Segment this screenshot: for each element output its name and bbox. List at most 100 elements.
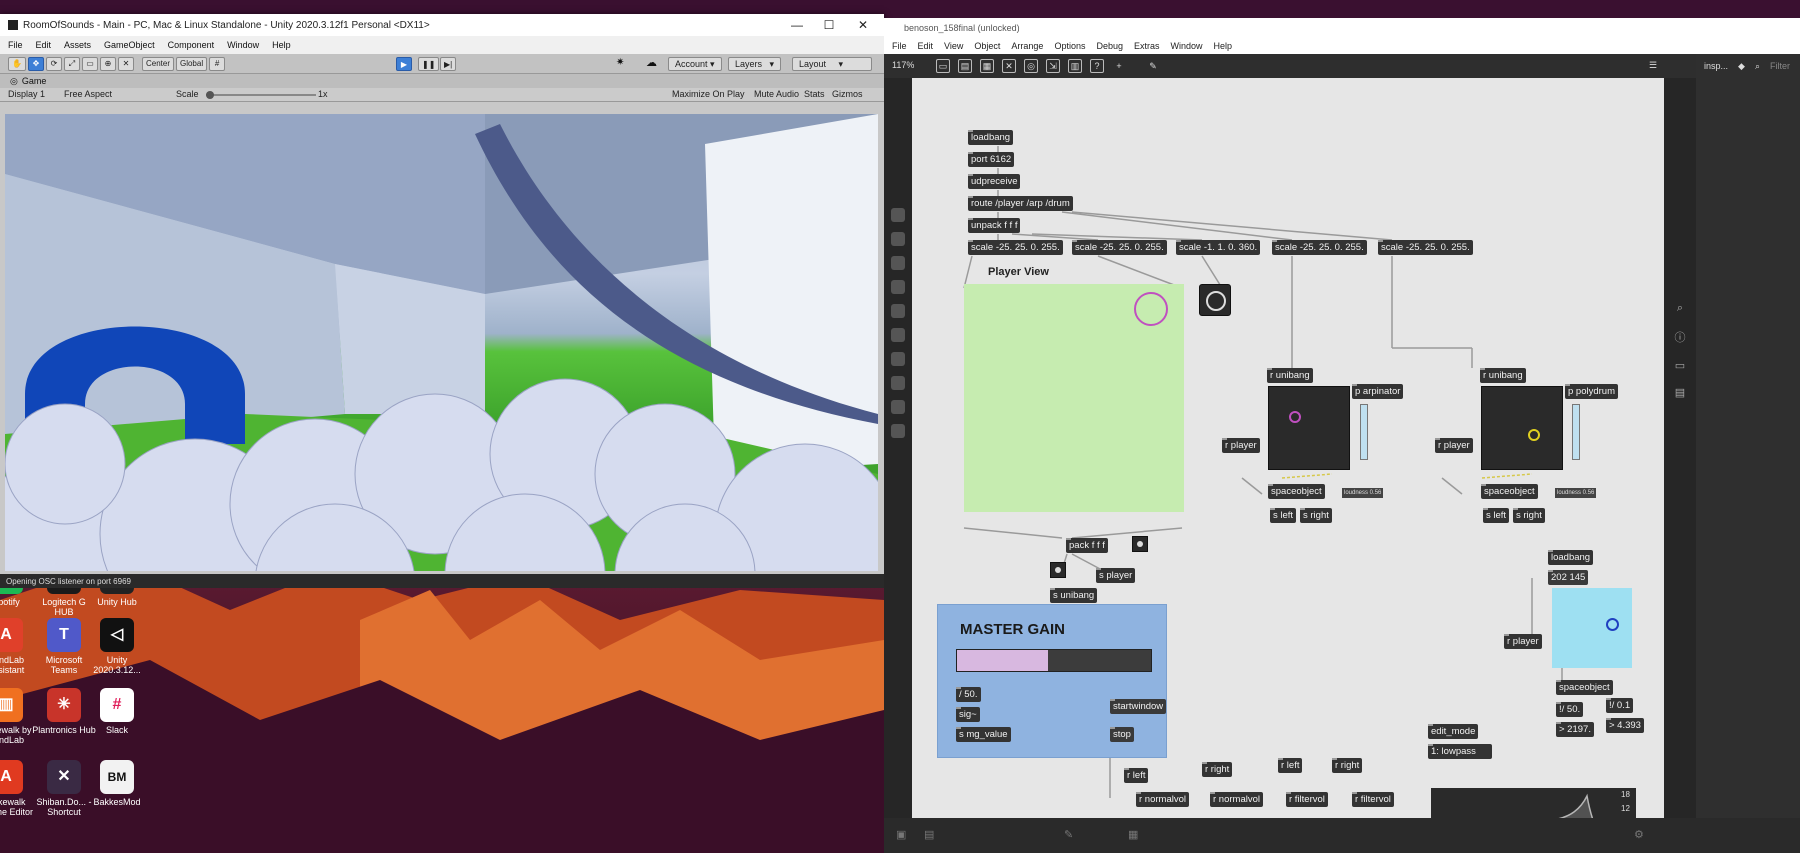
menu-window[interactable]: Window [227, 40, 259, 50]
sidebar-audio-icon[interactable] [891, 400, 905, 414]
player-view-panel[interactable] [964, 284, 1184, 512]
minimize-icon[interactable]: — [780, 14, 814, 36]
maximize-icon[interactable]: ☐ [812, 14, 846, 36]
stats-toggle[interactable]: Stats [804, 89, 825, 99]
pack-object[interactable]: pack f f f [1066, 538, 1108, 553]
route-object[interactable]: route /player /arp /drum [968, 196, 1073, 211]
game-view-render[interactable] [5, 114, 878, 571]
collab-icon[interactable]: ✷ [616, 57, 624, 68]
bang-button-2[interactable] [1050, 562, 1066, 578]
transform-tool-icon[interactable]: ⊕ [99, 56, 116, 71]
filter-graph[interactable]: 18 12 6 [1431, 788, 1636, 818]
r-filtervol-object-2[interactable]: r filtervol [1352, 792, 1394, 807]
menu-assets[interactable]: Assets [64, 40, 91, 50]
scale-object-1[interactable]: scale -25. 25. 0. 255. [968, 240, 1063, 255]
r-unibang-object-2[interactable]: r unibang [1480, 368, 1526, 383]
s-left-object-2[interactable]: s left [1483, 508, 1510, 523]
bang-button-1[interactable] [1132, 536, 1148, 552]
pivot-global-button[interactable]: Global [175, 56, 208, 71]
sidebar-slider-icon[interactable] [891, 328, 905, 342]
rect-tool-icon[interactable]: ▭ [81, 56, 98, 71]
pause-button[interactable]: ❚❚ [418, 57, 440, 71]
game-tab[interactable]: ◎ Game [0, 74, 884, 88]
zoom-level[interactable]: 117% [892, 60, 914, 70]
s-mg-value-object[interactable]: s mg_value [956, 727, 1011, 742]
divide-50-object[interactable]: / 50. [956, 687, 981, 702]
display-dropdown[interactable]: Display 1 [8, 89, 45, 99]
scale-object-3[interactable]: scale -1. 1. 0. 360. [1176, 240, 1261, 255]
scale-object-5[interactable]: scale -25. 25. 0. 255. [1378, 240, 1473, 255]
sig-object[interactable]: sig~ [956, 707, 980, 722]
desktop-icon-unity[interactable]: ◁ Unity 2020.3.12... [85, 618, 149, 675]
spaceobject-1[interactable]: spaceobject [1268, 484, 1325, 499]
p-polydrum-object[interactable]: p polydrum [1565, 384, 1618, 399]
filter-mode-menu[interactable]: 1: lowpass [1428, 744, 1492, 759]
divide-50-object-b[interactable]: !/ 50. [1556, 702, 1584, 717]
r-unibang-object-1[interactable]: r unibang [1267, 368, 1313, 383]
startwindow-message[interactable]: startwindow [1110, 699, 1167, 714]
help-icon[interactable]: ? [1090, 59, 1104, 73]
inspector-filter-input[interactable]: Filter [1770, 61, 1790, 71]
s-player-object[interactable]: s player [1096, 568, 1136, 583]
unpack-object[interactable]: unpack f f f [968, 218, 1021, 233]
distribute-icon[interactable]: ▥ [1068, 59, 1082, 73]
player-position-indicator[interactable] [1134, 292, 1168, 326]
maximize-on-play-toggle[interactable]: Maximize On Play [672, 89, 745, 99]
sidebar-more-icon[interactable] [891, 424, 905, 438]
unity-titlebar[interactable]: RoomOfSounds - Main - PC, Mac & Linux St… [0, 14, 884, 36]
max-menu-extras[interactable]: Extras [1134, 41, 1160, 51]
account-dropdown[interactable]: Account ▾ [668, 57, 722, 71]
max-menu-view[interactable]: View [944, 41, 963, 51]
play-button[interactable]: ▶ [396, 57, 412, 71]
debug-icon[interactable]: ✎ [1146, 59, 1160, 73]
step-button[interactable]: ▶| [440, 57, 457, 71]
r-normalvol-object-2[interactable]: r normalvol [1210, 792, 1263, 807]
menu-edit[interactable]: Edit [36, 40, 52, 50]
sidebar-message-icon[interactable] [891, 232, 905, 246]
inspector-tab[interactable]: insp... [1704, 61, 1728, 71]
aspect-dropdown[interactable]: Free Aspect [64, 89, 112, 99]
spaceobject-2[interactable]: spaceobject [1481, 484, 1538, 499]
number-4393[interactable]: > 4.393 [1606, 718, 1644, 733]
pivot-center-button[interactable]: Center [141, 56, 174, 71]
r-filtervol-object-1[interactable]: r filtervol [1286, 792, 1328, 807]
cyan-xy-panel[interactable] [1552, 588, 1632, 668]
hand-tool-icon[interactable]: ✋ [8, 56, 26, 71]
bottom-grid-icon[interactable]: ▦ [1128, 828, 1138, 841]
menu-file[interactable]: File [8, 40, 23, 50]
max-menu-options[interactable]: Options [1054, 41, 1085, 51]
number-2197[interactable]: > 2197. [1556, 722, 1594, 737]
align-icon[interactable]: ⇲ [1046, 59, 1060, 73]
sidebar-comment-icon[interactable] [891, 256, 905, 270]
r-right-object-2[interactable]: r right [1332, 758, 1363, 773]
s-unibang-object[interactable]: s unibang [1050, 588, 1098, 603]
max-menu-help[interactable]: Help [1214, 41, 1233, 51]
lock-icon[interactable]: ▭ [936, 59, 950, 73]
rotate-tool-icon[interactable]: ⟳ [45, 56, 62, 71]
patcher-canvas[interactable]: loadbang port 6162 udpreceive route /pla… [912, 78, 1664, 818]
bottom-presentation-icon[interactable]: ▤ [924, 828, 934, 841]
layers-dropdown[interactable]: Layers ▾ [728, 57, 782, 71]
dial-object[interactable] [1199, 284, 1231, 316]
sidebar-number-icon[interactable] [891, 352, 905, 366]
snap-icon[interactable]: ◎ [1024, 59, 1038, 73]
r-left-object-1[interactable]: r left [1124, 768, 1149, 783]
s-right-object-1[interactable]: s right [1300, 508, 1332, 523]
bottom-settings-icon[interactable]: ⚙ [1634, 828, 1644, 841]
search-icon[interactable]: ⌕ [1664, 302, 1696, 315]
loadbang-object[interactable]: loadbang [968, 130, 1014, 145]
udpreceive-object[interactable]: udpreceive [968, 174, 1021, 189]
gizmos-dropdown[interactable]: Gizmos [832, 89, 863, 99]
scale-object-4[interactable]: scale -25. 25. 0. 255. [1272, 240, 1367, 255]
presentation-icon[interactable]: ▤ [958, 59, 972, 73]
max-menu-file[interactable]: File [892, 41, 907, 51]
scale-slider-handle[interactable] [206, 91, 214, 99]
sidebar-object-icon[interactable] [891, 208, 905, 222]
sidebar-dial-icon[interactable] [891, 376, 905, 390]
close-patch-icon[interactable]: ✕ [1002, 59, 1016, 73]
loadbang-object-2[interactable]: loadbang [1548, 550, 1594, 565]
master-gain-slider[interactable] [956, 649, 1152, 672]
sidebar-toggle-icon[interactable] [891, 304, 905, 318]
close-icon[interactable]: ✕ [846, 14, 880, 36]
message-202-145[interactable]: 202 145 [1548, 570, 1589, 585]
